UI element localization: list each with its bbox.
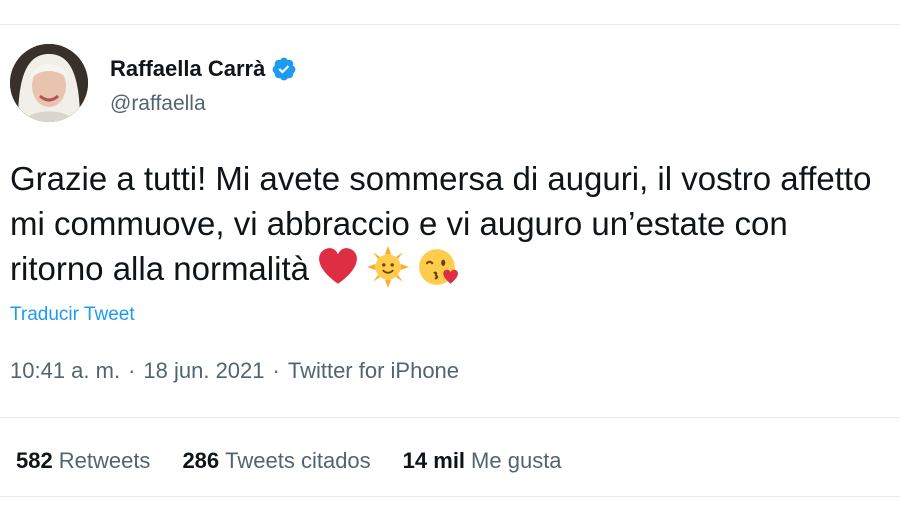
sun-with-face-icon <box>366 246 409 288</box>
meta-separator: · <box>128 358 136 383</box>
avatar[interactable] <box>10 44 88 122</box>
bottom-divider <box>0 496 900 497</box>
author-name-row[interactable]: Raffaella Carrà <box>110 56 297 82</box>
stats-divider <box>0 417 900 418</box>
tweet-meta: 10:41 a. m. · 18 jun. 2021 · Twitter for… <box>10 358 459 384</box>
avatar-image <box>10 44 88 122</box>
quote-tweets-count: 286 <box>182 448 220 473</box>
tweet-source[interactable]: Twitter for iPhone <box>288 358 459 384</box>
face-blowing-kiss-icon <box>417 246 459 288</box>
tweet-stats: 582 Retweets 286 Tweets citados 14 mil Me g… <box>16 448 562 474</box>
red-heart-icon <box>317 246 359 288</box>
tweet-text: Grazie a tutti! Mi avete sommersa di aug… <box>10 156 890 291</box>
meta-separator: · <box>272 358 280 383</box>
likes-count: 14 mil <box>402 448 466 473</box>
retweets-count: 582 <box>16 448 53 473</box>
likes-stat[interactable]: 14 mil Me gusta <box>403 448 562 474</box>
retweets-stat[interactable]: 582 Retweets <box>16 448 150 474</box>
author-handle[interactable]: @raffaella <box>110 92 206 116</box>
quote-tweets-stat[interactable]: 286 Tweets citados <box>182 448 370 474</box>
quote-tweets-label: Tweets citados <box>225 448 371 473</box>
tweet-date[interactable]: 18 jun. 2021 <box>143 358 264 384</box>
translate-tweet-link[interactable]: Traducir Tweet <box>10 304 135 326</box>
author-name[interactable]: Raffaella Carrà <box>110 56 265 82</box>
top-divider <box>0 24 900 25</box>
tweet-time[interactable]: 10:41 a. m. <box>10 358 120 384</box>
likes-label: Me gusta <box>471 448 562 473</box>
verified-badge-icon <box>271 56 297 82</box>
retweets-label: Retweets <box>58 448 151 473</box>
